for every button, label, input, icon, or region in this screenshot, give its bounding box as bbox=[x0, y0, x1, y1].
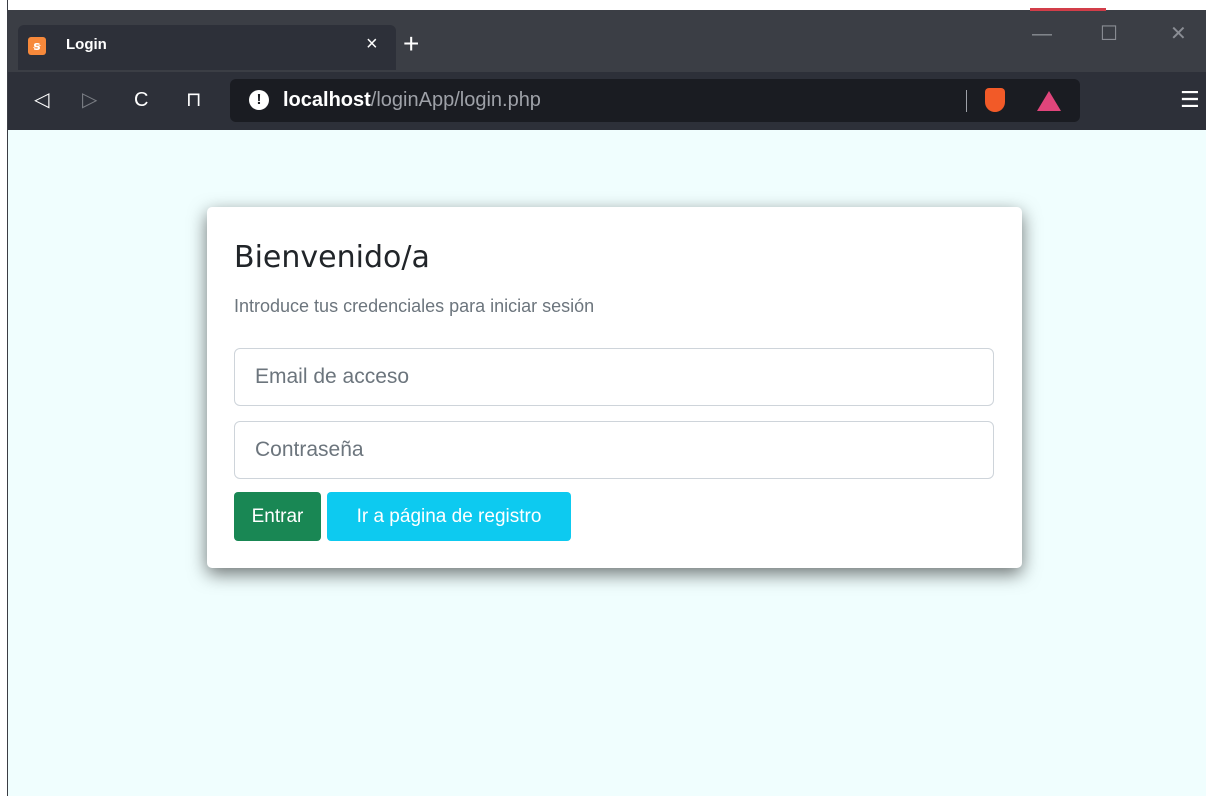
close-window-button[interactable]: ✕ bbox=[1170, 24, 1187, 44]
brave-shields-icon[interactable] bbox=[985, 88, 1005, 112]
email-field[interactable] bbox=[234, 348, 994, 406]
close-tab-icon[interactable]: × bbox=[366, 34, 378, 54]
minimize-button[interactable]: — bbox=[1032, 24, 1052, 44]
xampp-icon: ꞩ bbox=[28, 37, 46, 55]
bookmark-icon[interactable]: ⊓ bbox=[186, 86, 202, 114]
back-button[interactable]: ◁ bbox=[34, 86, 49, 114]
url-text[interactable]: localhost/loginApp/login.php bbox=[283, 88, 541, 112]
reload-button[interactable]: C bbox=[134, 86, 148, 114]
forward-button[interactable]: ▷ bbox=[82, 86, 97, 114]
site-info-icon[interactable]: ! bbox=[249, 90, 269, 110]
new-tab-button[interactable]: + bbox=[403, 30, 419, 58]
url-path: /loginApp/login.php bbox=[370, 89, 541, 111]
maximize-button[interactable]: ☐ bbox=[1100, 24, 1118, 44]
page-title: Bienvenido/a bbox=[234, 240, 430, 275]
brave-rewards-icon[interactable] bbox=[1037, 91, 1061, 111]
window-top-edge bbox=[0, 0, 1206, 10]
address-bar-divider bbox=[966, 90, 967, 112]
menu-icon[interactable]: ☰ bbox=[1180, 88, 1200, 112]
page-subtitle: Introduce tus credenciales para iniciar … bbox=[234, 296, 595, 316]
url-host: localhost bbox=[283, 89, 371, 111]
register-button[interactable]: Ir a página de registro bbox=[327, 492, 571, 541]
tab-title: Login bbox=[66, 36, 107, 53]
password-field[interactable] bbox=[234, 421, 994, 479]
title-accent bbox=[1030, 8, 1106, 11]
enter-button[interactable]: Entrar bbox=[234, 492, 321, 541]
window-left-border bbox=[7, 0, 8, 796]
